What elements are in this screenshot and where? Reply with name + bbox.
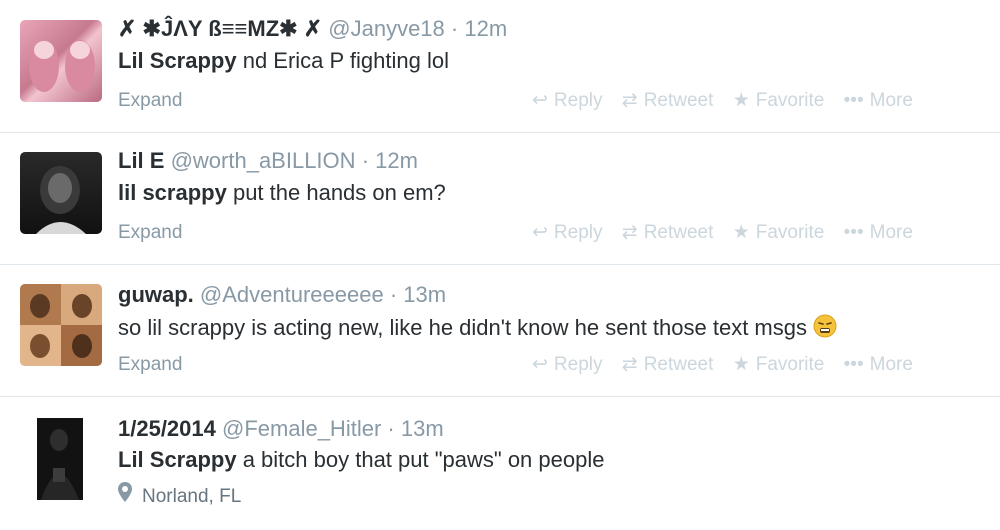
user-handle[interactable]: @Janyve18 bbox=[328, 16, 445, 41]
timestamp[interactable]: 13m bbox=[401, 416, 444, 441]
more-dots-icon: ••• bbox=[843, 222, 864, 243]
tweet-location[interactable]: Norland, FL bbox=[118, 482, 241, 508]
separator-dot: · bbox=[450, 16, 459, 41]
display-name[interactable]: 1/25/2014 bbox=[118, 416, 216, 441]
reply-label: Reply bbox=[553, 222, 603, 243]
tweet-text-highlight: Lil Scrappy bbox=[118, 48, 237, 73]
more-dots-icon: ••• bbox=[843, 90, 864, 111]
tweet-text: lil scrappy put the hands on em? bbox=[118, 180, 446, 206]
separator-dot: · bbox=[361, 148, 370, 173]
tweet-item[interactable]: Lil E @worth_aBILLION · 12m lil scrappy … bbox=[0, 132, 1000, 265]
timestamp[interactable]: 13m bbox=[403, 282, 446, 307]
tweet-text-highlight: Lil Scrappy bbox=[118, 447, 237, 472]
favorite-button[interactable]: ★ Favorite bbox=[733, 354, 825, 376]
tweet-text-body: put the hands on em? bbox=[226, 180, 446, 205]
tweet-actions: ↩ Reply ⇄ Retweet ★ Favorite ••• More bbox=[532, 354, 927, 376]
favorite-label: Favorite bbox=[755, 222, 825, 243]
tweet-actions: ↩ Reply ⇄ Retweet ★ Favorite ••• More bbox=[532, 222, 927, 244]
star-icon: ★ bbox=[732, 354, 750, 375]
retweet-button[interactable]: ⇄ Retweet bbox=[622, 354, 714, 376]
retweet-button[interactable]: ⇄ Retweet bbox=[622, 222, 714, 244]
tweet-text-body: a bitch boy that put "paws" on people bbox=[236, 447, 605, 472]
more-button[interactable]: ••• More bbox=[844, 90, 913, 112]
favorite-label: Favorite bbox=[755, 90, 825, 111]
display-name[interactable]: ✗ ✱ĴΛY ß≡≡MZ✱ ✗ bbox=[118, 16, 322, 41]
reply-arrow-icon: ↩ bbox=[532, 222, 548, 243]
reply-label: Reply bbox=[553, 90, 603, 111]
more-button[interactable]: ••• More bbox=[844, 354, 913, 376]
separator-dot: · bbox=[389, 282, 398, 307]
reply-button[interactable]: ↩ Reply bbox=[532, 90, 603, 112]
location-pin-icon bbox=[118, 482, 132, 507]
tweet-text-highlight: lil scrappy bbox=[118, 180, 227, 205]
reply-button[interactable]: ↩ Reply bbox=[532, 222, 603, 244]
expand-link[interactable]: Expand bbox=[118, 222, 182, 244]
user-handle[interactable]: @Adventureeeeee bbox=[200, 282, 384, 307]
retweet-label: Retweet bbox=[643, 222, 714, 243]
timestamp[interactable]: 12m bbox=[464, 16, 507, 41]
tweet-text-body: nd Erica P fighting lol bbox=[236, 48, 449, 73]
tweet-text: Lil Scrappy nd Erica P fighting lol bbox=[118, 48, 449, 74]
tweet-text-body: so lil scrappy is acting new, like he di… bbox=[118, 314, 807, 340]
avatar[interactable] bbox=[20, 20, 102, 102]
location-label: Norland, FL bbox=[142, 486, 242, 507]
avatar[interactable] bbox=[20, 152, 102, 234]
user-handle[interactable]: @Female_Hitler bbox=[222, 416, 381, 441]
favorite-label: Favorite bbox=[755, 354, 825, 375]
retweet-label: Retweet bbox=[643, 90, 714, 111]
favorite-button[interactable]: ★ Favorite bbox=[733, 222, 825, 244]
star-icon: ★ bbox=[732, 222, 750, 243]
expand-link[interactable]: Expand bbox=[118, 90, 182, 112]
display-name[interactable]: Lil E bbox=[118, 148, 164, 173]
more-label: More bbox=[869, 90, 913, 111]
retweet-icon: ⇄ bbox=[621, 354, 638, 375]
avatar[interactable] bbox=[20, 284, 102, 366]
reply-arrow-icon: ↩ bbox=[532, 354, 548, 375]
tweet-item[interactable]: guwap. @Adventureeeeee · 13m so lil scra… bbox=[0, 264, 1000, 397]
retweet-button[interactable]: ⇄ Retweet bbox=[622, 90, 714, 112]
tweet-text: Lil Scrappy a bitch boy that put "paws" … bbox=[118, 447, 604, 473]
more-dots-icon: ••• bbox=[843, 354, 864, 375]
user-handle[interactable]: @worth_aBILLION bbox=[171, 148, 356, 173]
expand-link[interactable]: Expand bbox=[118, 354, 182, 376]
more-label: More bbox=[869, 222, 913, 243]
display-name[interactable]: guwap. bbox=[118, 282, 194, 307]
tweet-text: so lil scrappy is acting new, like he di… bbox=[118, 314, 837, 344]
star-icon: ★ bbox=[732, 90, 750, 111]
avatar[interactable] bbox=[37, 418, 83, 500]
tweet-item[interactable]: ✗ ✱ĴΛY ß≡≡MZ✱ ✗ @Janyve18 · 12m Lil Scra… bbox=[0, 0, 1000, 133]
more-label: More bbox=[869, 354, 913, 375]
favorite-button[interactable]: ★ Favorite bbox=[733, 90, 825, 112]
timestamp[interactable]: 12m bbox=[375, 148, 418, 173]
more-button[interactable]: ••• More bbox=[844, 222, 913, 244]
tweet-item[interactable]: 1/25/2014 @Female_Hitler · 13m Lil Scrap… bbox=[0, 396, 1000, 530]
reply-arrow-icon: ↩ bbox=[532, 90, 548, 111]
tired-face-emoji bbox=[813, 314, 837, 344]
tweet-actions: ↩ Reply ⇄ Retweet ★ Favorite ••• More bbox=[532, 90, 927, 112]
retweet-label: Retweet bbox=[643, 354, 714, 375]
reply-button[interactable]: ↩ Reply bbox=[532, 354, 603, 376]
reply-label: Reply bbox=[553, 354, 603, 375]
retweet-icon: ⇄ bbox=[621, 90, 638, 111]
retweet-icon: ⇄ bbox=[621, 222, 638, 243]
separator-dot: · bbox=[387, 416, 395, 441]
